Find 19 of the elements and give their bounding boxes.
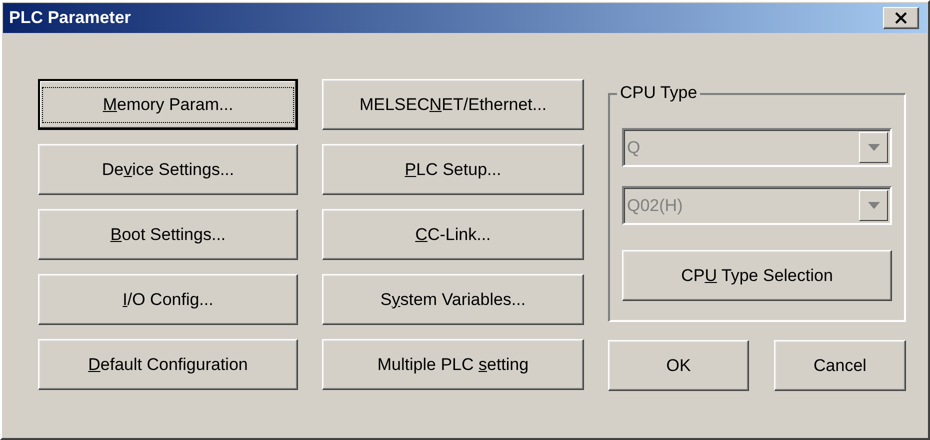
close-icon xyxy=(894,12,908,24)
dialog-button[interactable]: Default Configuration xyxy=(38,339,298,390)
dialog-button[interactable]: CC-Link... xyxy=(322,209,584,260)
dialog-button[interactable]: OK xyxy=(608,340,749,391)
close-button[interactable] xyxy=(883,7,919,29)
dialog-button[interactable]: MELSECNET/Ethernet... xyxy=(322,79,584,130)
dialog-button[interactable]: Boot Settings... xyxy=(38,209,298,260)
dialog-button[interactable]: CPU Type Selection xyxy=(622,250,892,301)
dialog-button[interactable]: Memory Param... xyxy=(38,79,298,130)
dialog-button[interactable]: Cancel xyxy=(774,340,906,391)
window-title: PLC Parameter xyxy=(9,8,131,28)
dialog-button[interactable]: System Variables... xyxy=(322,274,584,325)
dialog-button[interactable]: I/O Config... xyxy=(38,274,298,325)
dialog-button[interactable]: Device Settings... xyxy=(38,144,298,195)
dropdown-arrow-icon xyxy=(868,144,880,151)
dialog-button[interactable]: Multiple PLC setting xyxy=(322,339,584,390)
dropdown-arrow-icon xyxy=(868,202,880,209)
dialog-button[interactable]: PLC Setup... xyxy=(322,144,584,195)
group-label: CPU Type xyxy=(617,83,700,103)
